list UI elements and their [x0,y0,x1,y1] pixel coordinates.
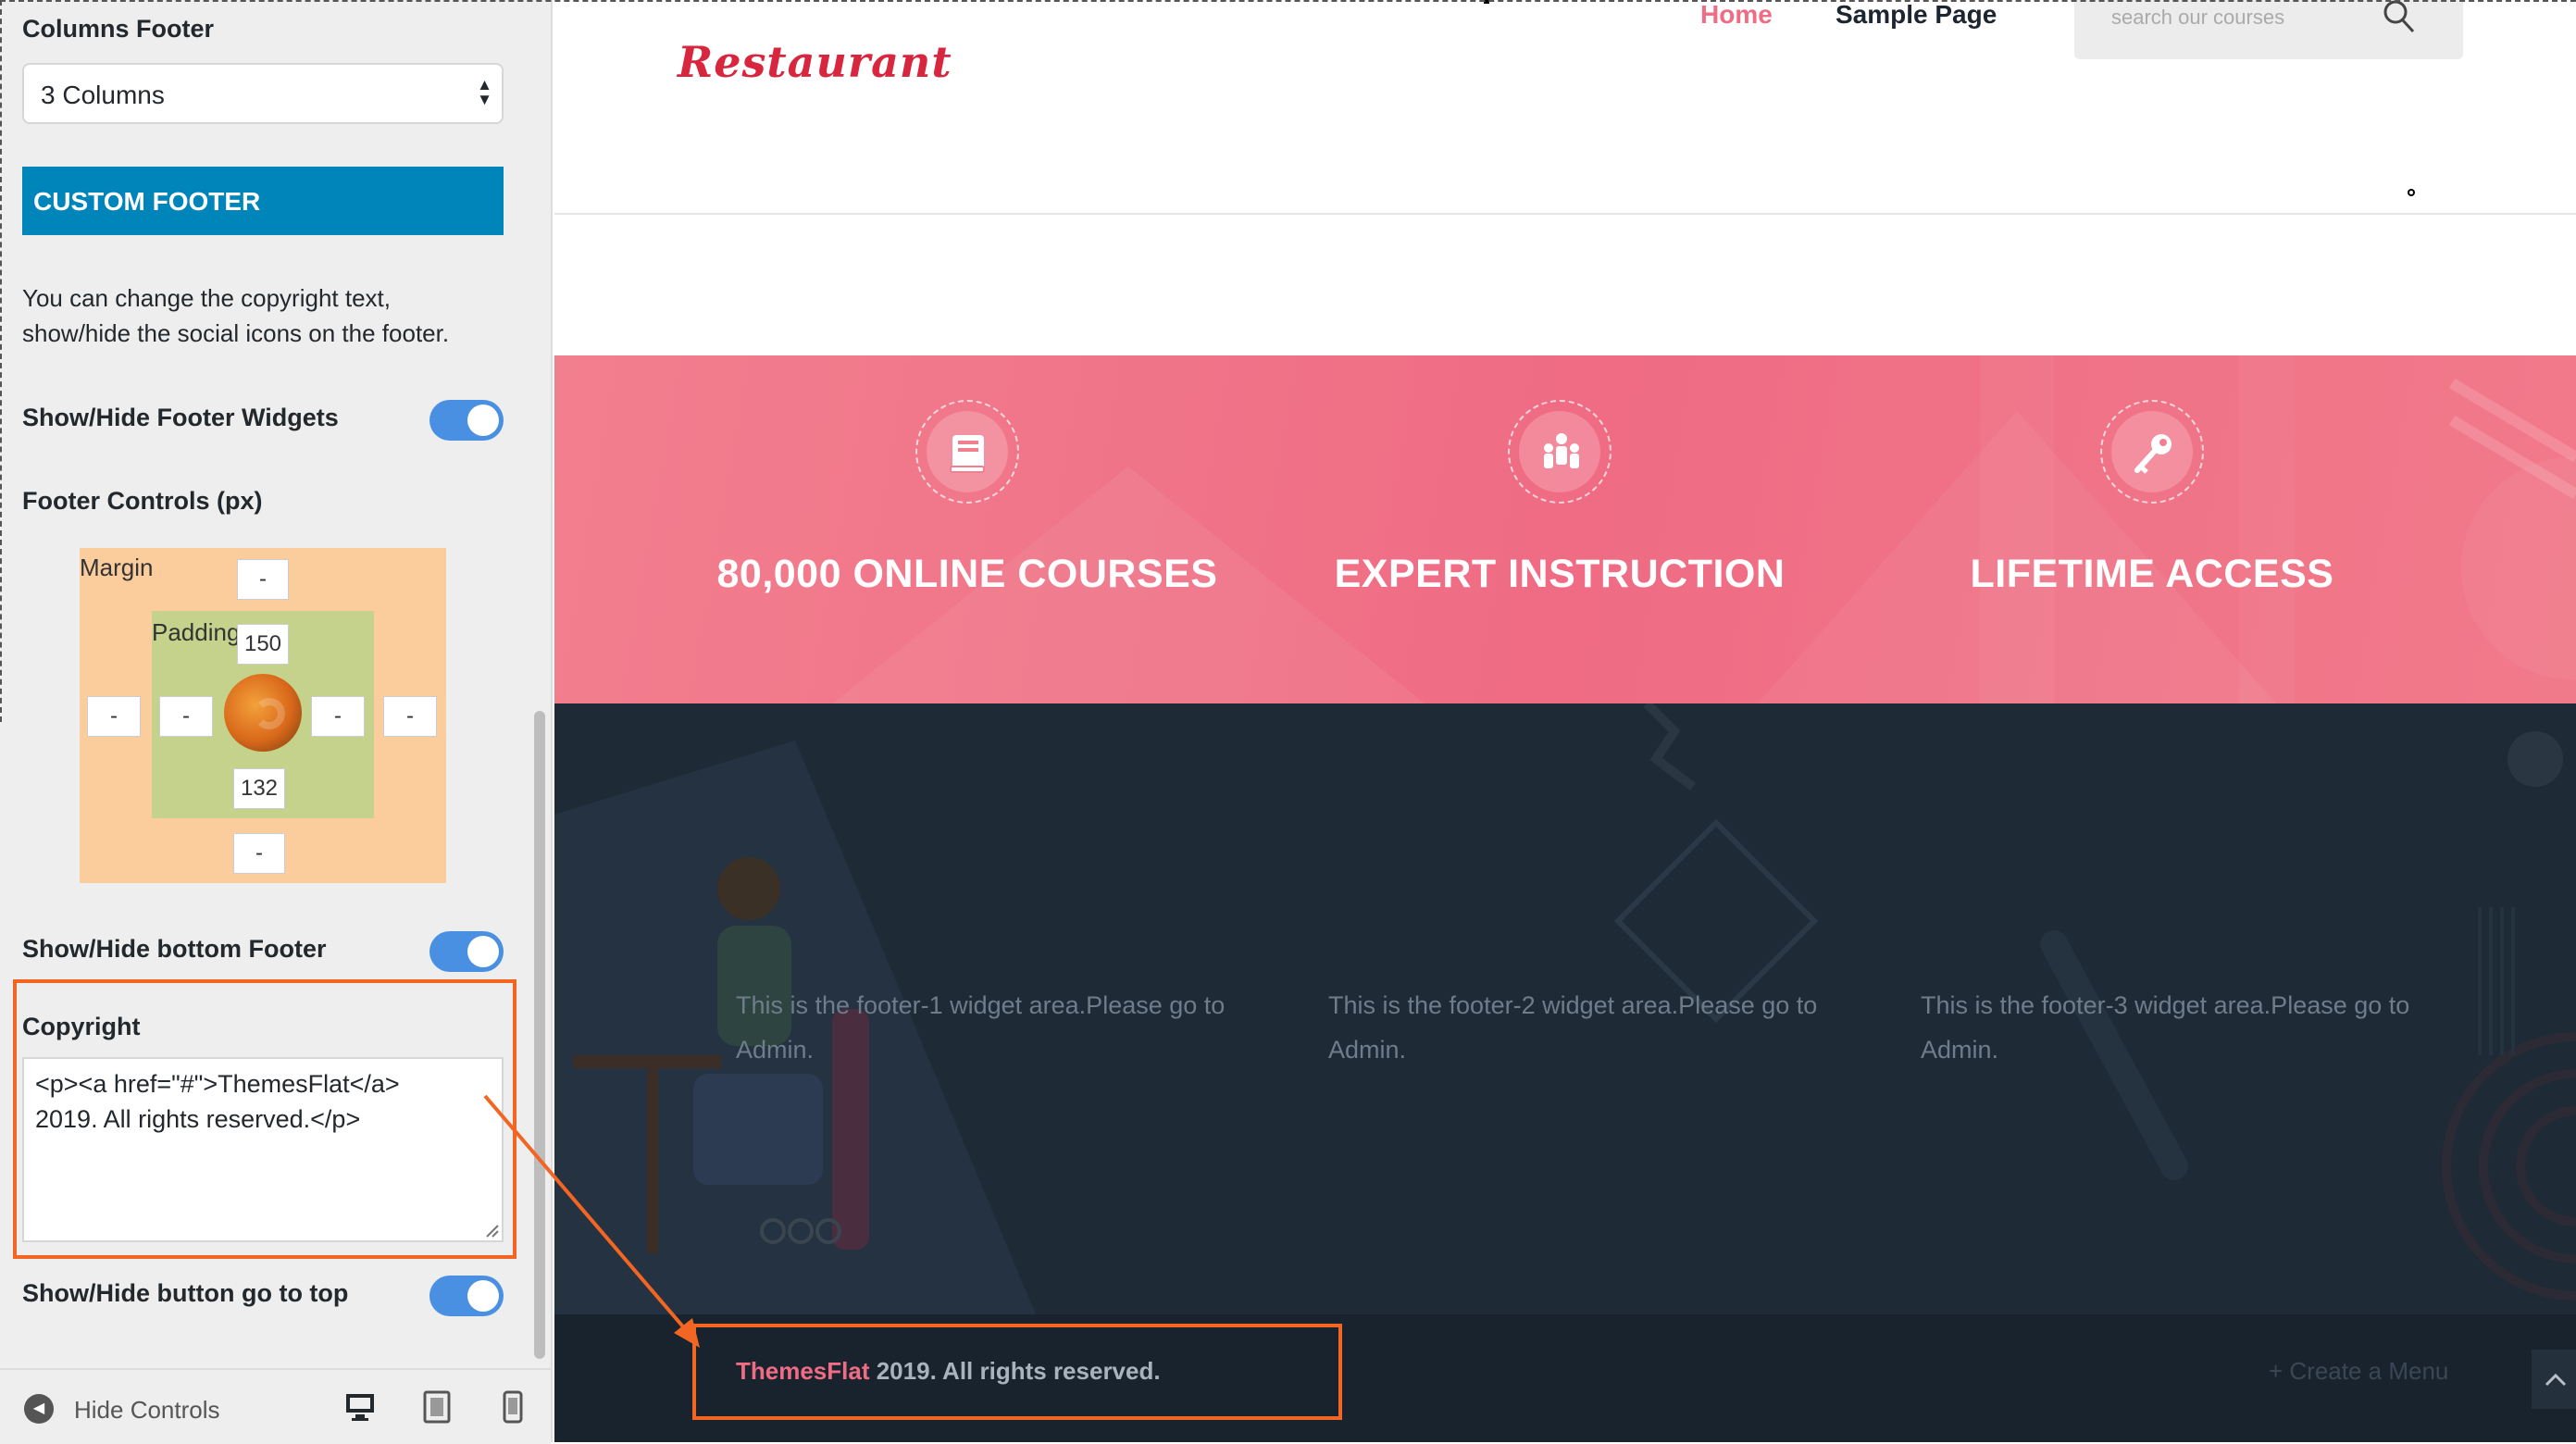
search-box[interactable]: search our courses [2074,0,2463,59]
copyright-rest: 2019. All rights reserved. [869,1357,1161,1385]
features-band: 80,000 ONLINE COURSES EXPERT INSTRUCTION [554,355,2576,703]
margin-top-input[interactable]: - [237,559,289,600]
bottom-footer: ThemesFlat 2019. All rights reserved. + … [554,1314,2576,1442]
site-logo[interactable]: Restaurant [678,37,952,87]
feature-title: EXPERT INSTRUCTION [1334,552,1786,596]
columns-footer-label: Columns Footer [22,15,214,43]
frame-border [0,0,2,722]
panel-footer: ◀ Hide Controls [0,1368,551,1444]
team-icon [1544,433,1579,468]
nav-sample-page[interactable]: Sample Page [1836,0,1997,30]
copyright-label: Copyright [22,1013,141,1040]
copyright-text: ThemesFlat 2019. All rights reserved. [736,1357,1161,1386]
footer-widget-1: This is the footer-1 widget area.Please … [736,991,1226,1064]
menu-indicator-icon [2408,189,2415,196]
hide-controls-button[interactable]: Hide Controls [74,1396,220,1425]
copyright-link[interactable]: ThemesFlat [736,1357,870,1385]
footer-widgets-area: This is the footer-1 widget area.Please … [554,703,2576,1314]
toggle-knob [467,936,499,967]
margin-label: Margin [80,554,154,581]
feature-title: 80,000 ONLINE COURSES [716,552,1218,596]
feature-icon-ring [2100,400,2204,504]
select-arrows-icon: ▲ ▼ [477,76,492,108]
feature-title: LIFETIME ACCESS [1970,552,2334,596]
margin-left-input[interactable]: - [87,696,141,737]
padding-right-input[interactable]: - [311,696,365,737]
hide-controls-icon[interactable]: ◀ [24,1394,54,1424]
custom-footer-section-title: CUSTOM FOOTER [22,167,504,235]
show-footer-widgets-label: Show/Hide Footer Widgets [22,404,339,431]
toggle-knob [467,405,499,436]
nav-home[interactable]: Home [1700,0,1773,30]
feature-icon-ring [915,400,1019,504]
mobile-preview-icon[interactable] [502,1390,524,1424]
go-top-toggle[interactable] [429,1276,504,1316]
tablet-preview-icon[interactable] [422,1390,452,1424]
padding-bottom-input[interactable]: 132 [233,768,285,809]
show-go-top-label: Show/Hide button go to top [22,1279,349,1307]
footer-widget-3: This is the footer-3 widget area.Please … [1921,991,2410,1064]
frame-border [0,0,2576,2]
search-placeholder: search our courses [2111,6,2285,29]
book-icon [950,435,985,473]
chevron-up-icon [2545,1373,2567,1387]
site-header: Restaurant Home Sample Page search our c… [554,0,2576,215]
copyright-textarea[interactable]: <p><a href="#">ThemesFlat</a> 2019. All … [22,1057,504,1242]
footer-widgets-toggle[interactable] [429,400,504,441]
show-bottom-footer-label: Show/Hide bottom Footer [22,935,327,963]
desktop-preview-icon[interactable] [344,1390,376,1422]
key-icon [2134,434,2172,474]
padding-label: Padding [152,618,241,646]
margin-bottom-input[interactable]: - [233,833,285,874]
columns-footer-select[interactable]: 3 Columns ▲ ▼ [22,63,504,124]
bottom-footer-toggle[interactable] [429,931,504,972]
create-menu-link[interactable]: + Create a Menu [2269,1357,2448,1386]
padding-left-input[interactable]: - [159,696,213,737]
panel-scrollbar[interactable] [534,711,545,1359]
resize-handle-icon[interactable] [485,1224,500,1239]
site-preview: Restaurant Home Sample Page search our c… [554,0,2576,1442]
padding-top-input[interactable]: 150 [237,624,289,665]
custom-footer-description: You can change the copyright text, show/… [22,284,450,347]
feature-icon-ring [1508,400,1612,504]
footer-widget-2: This is the footer-2 widget area.Please … [1328,991,1818,1064]
box-model-center-logo-icon [224,674,302,752]
customizer-scroll-area: Columns Footer 3 Columns ▲ ▼ CUSTOM FOOTE… [0,0,523,1365]
margin-right-input[interactable]: - [383,696,437,737]
toggle-knob [467,1280,499,1312]
search-icon[interactable] [2382,0,2417,35]
columns-footer-selected: 3 Columns [41,81,165,109]
go-to-top-button[interactable] [2532,1350,2576,1409]
footer-controls-label: Footer Controls (px) [22,487,263,515]
customizer-panel: Columns Footer 3 Columns ▲ ▼ CUSTOM FOOTE… [0,0,553,1444]
